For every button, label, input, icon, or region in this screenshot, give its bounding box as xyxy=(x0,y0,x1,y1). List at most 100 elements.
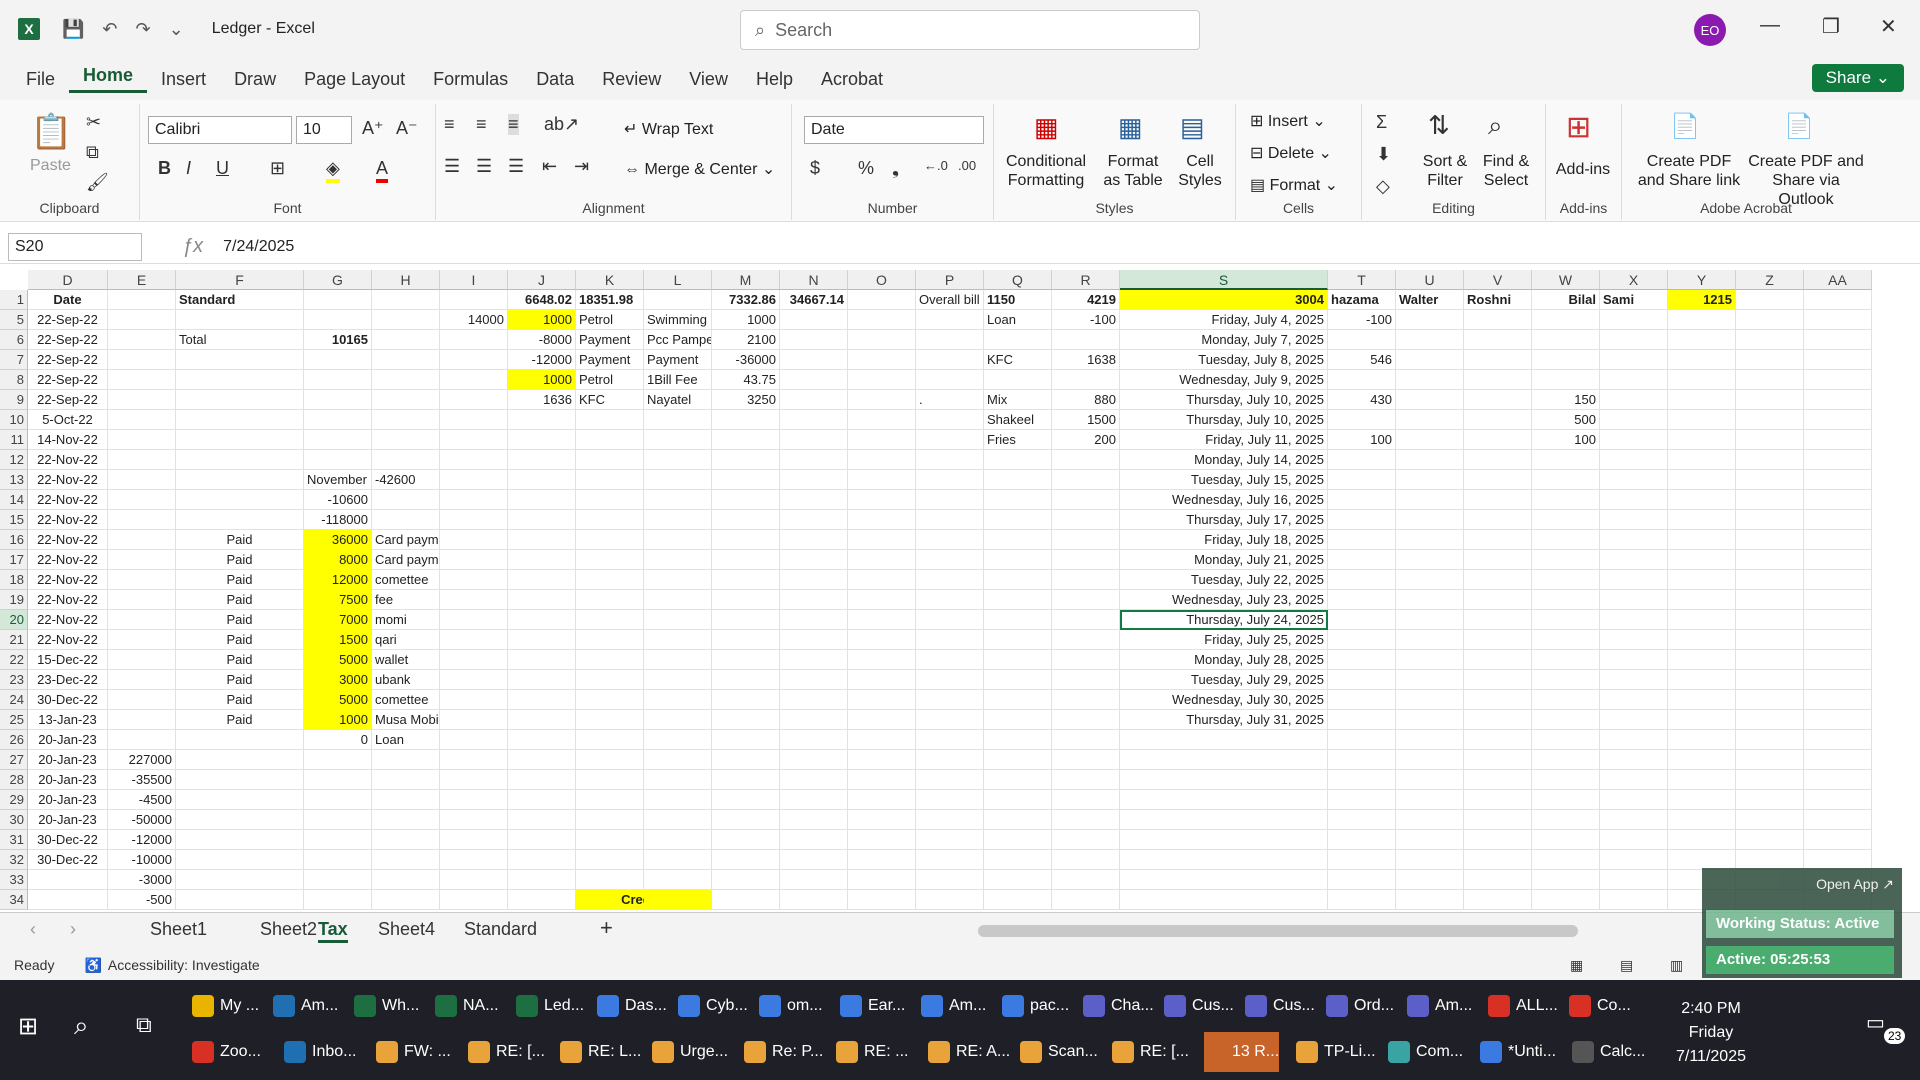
cell-P28[interactable] xyxy=(916,770,984,790)
cell-O34[interactable] xyxy=(848,890,916,910)
cell-G1[interactable] xyxy=(304,290,372,310)
cell-S29[interactable] xyxy=(1120,790,1328,810)
cell-D28[interactable]: 20-Jan-23 xyxy=(28,770,108,790)
cell-N5[interactable] xyxy=(780,310,848,330)
cell-X14[interactable] xyxy=(1600,490,1668,510)
cell-X7[interactable] xyxy=(1600,350,1668,370)
cell-M17[interactable] xyxy=(712,550,780,570)
cell-I32[interactable] xyxy=(440,850,508,870)
cell-H24[interactable]: comettee xyxy=(372,690,440,710)
cell-E20[interactable] xyxy=(108,610,176,630)
cell-E18[interactable] xyxy=(108,570,176,590)
share-button[interactable]: Share ⌄ xyxy=(1811,64,1904,92)
cell-H22[interactable]: wallet xyxy=(372,650,440,670)
cell-X33[interactable] xyxy=(1600,870,1668,890)
cell-Q24[interactable] xyxy=(984,690,1052,710)
currency-icon[interactable]: $ xyxy=(810,158,820,179)
cell-J24[interactable] xyxy=(508,690,576,710)
cell-G19[interactable]: 7500 xyxy=(304,590,372,610)
cell-Z24[interactable] xyxy=(1736,690,1804,710)
cell-Y7[interactable] xyxy=(1668,350,1736,370)
cell-U33[interactable] xyxy=(1396,870,1464,890)
cell-AA22[interactable] xyxy=(1804,650,1872,670)
customize-icon[interactable]: ⌄ xyxy=(169,19,184,40)
taskbar-window[interactable]: RE: [... xyxy=(1112,1032,1189,1072)
cell-U20[interactable] xyxy=(1396,610,1464,630)
cell-X25[interactable] xyxy=(1600,710,1668,730)
cell-P22[interactable] xyxy=(916,650,984,670)
cell-I14[interactable] xyxy=(440,490,508,510)
cell-Q7[interactable]: KFC xyxy=(984,350,1052,370)
cell-L11[interactable] xyxy=(644,430,712,450)
cell-K32[interactable] xyxy=(576,850,644,870)
italic-icon[interactable]: I xyxy=(186,158,191,179)
fill-icon[interactable]: ⬇ xyxy=(1376,144,1391,165)
cell-X8[interactable] xyxy=(1600,370,1668,390)
cell-F10[interactable] xyxy=(176,410,304,430)
cell-U18[interactable] xyxy=(1396,570,1464,590)
cell-N23[interactable] xyxy=(780,670,848,690)
cell-P6[interactable] xyxy=(916,330,984,350)
cell-L18[interactable] xyxy=(644,570,712,590)
cell-P27[interactable] xyxy=(916,750,984,770)
cell-J13[interactable] xyxy=(508,470,576,490)
cell-P23[interactable] xyxy=(916,670,984,690)
cell-L28[interactable] xyxy=(644,770,712,790)
cell-J7[interactable]: -12000 xyxy=(508,350,576,370)
cell-N13[interactable] xyxy=(780,470,848,490)
cell-F14[interactable] xyxy=(176,490,304,510)
cell-Y16[interactable] xyxy=(1668,530,1736,550)
cell-O27[interactable] xyxy=(848,750,916,770)
cell-X32[interactable] xyxy=(1600,850,1668,870)
cell-G13[interactable]: November xyxy=(304,470,372,490)
cell-K29[interactable] xyxy=(576,790,644,810)
sheet-tab-sheet2[interactable]: Sheet2 xyxy=(260,919,317,940)
cell-P19[interactable] xyxy=(916,590,984,610)
cell-N27[interactable] xyxy=(780,750,848,770)
cell-V32[interactable] xyxy=(1464,850,1532,870)
sheet-tab-tax[interactable]: Tax xyxy=(318,919,348,943)
cell-N10[interactable] xyxy=(780,410,848,430)
cell-E16[interactable] xyxy=(108,530,176,550)
column-header-J[interactable]: J xyxy=(508,270,576,290)
cell-O11[interactable] xyxy=(848,430,916,450)
cell-X27[interactable] xyxy=(1600,750,1668,770)
cell-AA15[interactable] xyxy=(1804,510,1872,530)
cell-Q10[interactable]: Shakeel xyxy=(984,410,1052,430)
column-header-P[interactable]: P xyxy=(916,270,984,290)
cell-Z30[interactable] xyxy=(1736,810,1804,830)
cell-Y21[interactable] xyxy=(1668,630,1736,650)
cell-V29[interactable] xyxy=(1464,790,1532,810)
cell-Q1[interactable]: 1150 xyxy=(984,290,1052,310)
cell-F29[interactable] xyxy=(176,790,304,810)
cell-J27[interactable] xyxy=(508,750,576,770)
cell-H34[interactable] xyxy=(372,890,440,910)
cell-I21[interactable] xyxy=(440,630,508,650)
taskbar-app[interactable]: Am... xyxy=(1407,986,1472,1026)
cell-D17[interactable]: 22-Nov-22 xyxy=(28,550,108,570)
cell-T8[interactable] xyxy=(1328,370,1396,390)
menu-draw[interactable]: Draw xyxy=(220,69,290,90)
align-left-icon[interactable]: ☰ xyxy=(444,156,460,177)
cell-H13[interactable]: -42600 xyxy=(372,470,440,490)
cell-I18[interactable] xyxy=(440,570,508,590)
cell-Y9[interactable] xyxy=(1668,390,1736,410)
cell-W28[interactable] xyxy=(1532,770,1600,790)
cell-Q12[interactable] xyxy=(984,450,1052,470)
cell-Z26[interactable] xyxy=(1736,730,1804,750)
cell-H30[interactable] xyxy=(372,810,440,830)
cell-AA9[interactable] xyxy=(1804,390,1872,410)
cell-T20[interactable] xyxy=(1328,610,1396,630)
cell-R25[interactable] xyxy=(1052,710,1120,730)
menu-insert[interactable]: Insert xyxy=(147,69,220,90)
cell-E19[interactable] xyxy=(108,590,176,610)
cell-N28[interactable] xyxy=(780,770,848,790)
cell-E6[interactable] xyxy=(108,330,176,350)
cell-H31[interactable] xyxy=(372,830,440,850)
cell-M19[interactable] xyxy=(712,590,780,610)
cell-U16[interactable] xyxy=(1396,530,1464,550)
cell-U30[interactable] xyxy=(1396,810,1464,830)
cell-W12[interactable] xyxy=(1532,450,1600,470)
cell-U24[interactable] xyxy=(1396,690,1464,710)
cell-T22[interactable] xyxy=(1328,650,1396,670)
